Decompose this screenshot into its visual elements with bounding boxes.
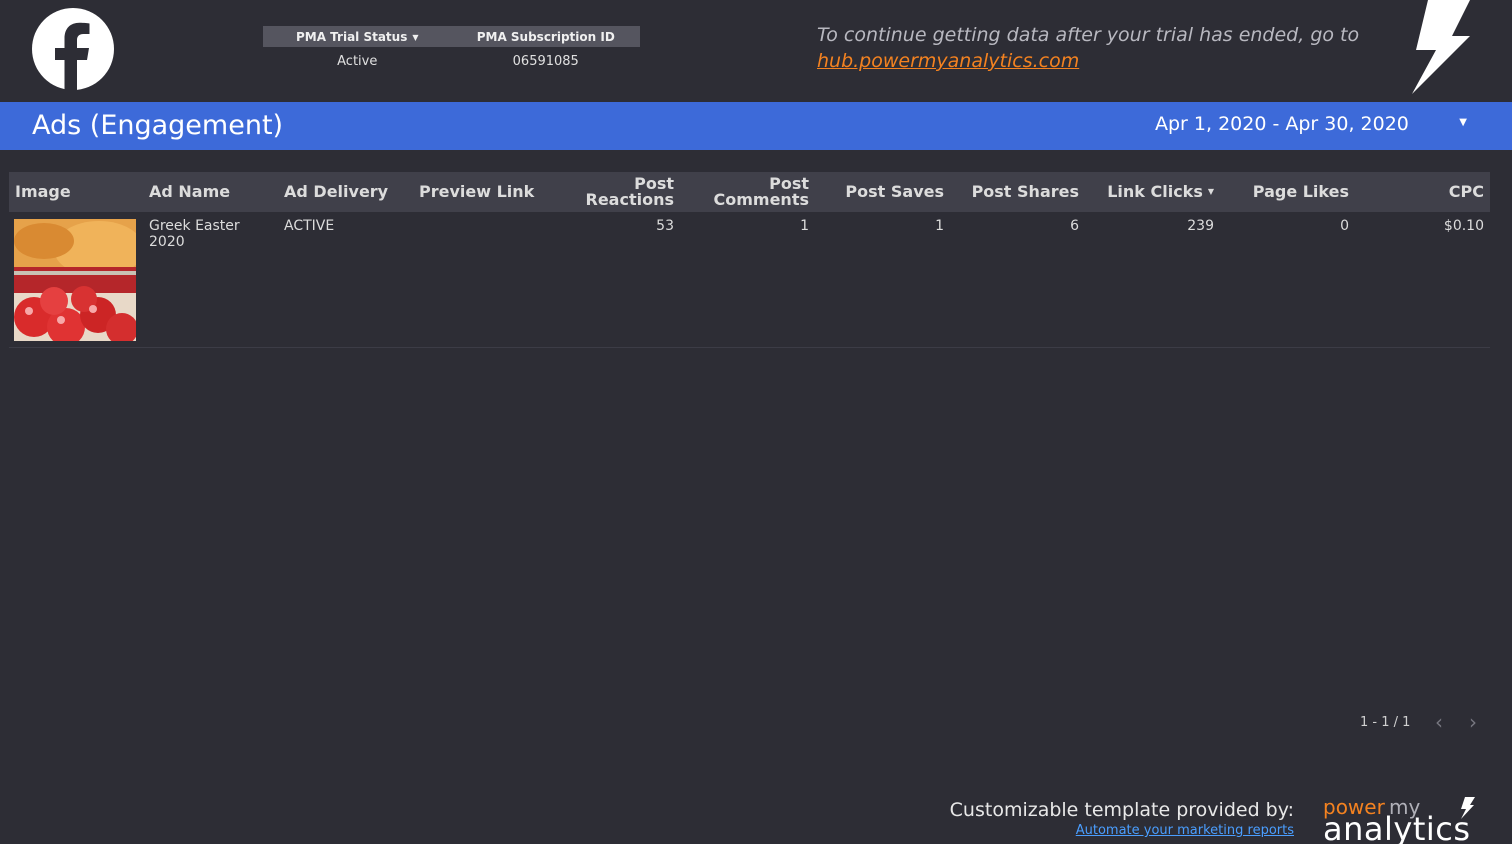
- ads-engagement-table: Image Ad Name Ad Delivery Preview Link P…: [9, 172, 1490, 348]
- cell-image: [9, 212, 143, 347]
- pma-table-header: PMA Trial Status ▼ PMA Subscription ID: [263, 26, 640, 47]
- column-header-ad-delivery[interactable]: Ad Delivery: [278, 184, 413, 200]
- column-header-post-comments[interactable]: Post Comments: [680, 176, 815, 208]
- column-header-page-likes[interactable]: Page Likes: [1220, 184, 1355, 200]
- column-header-preview-link[interactable]: Preview Link: [413, 184, 553, 200]
- footer-provided-by: Customizable template provided by:: [949, 799, 1294, 821]
- column-header-ad-name[interactable]: Ad Name: [143, 184, 278, 200]
- powermyanalytics-logo: power my analytics: [1323, 795, 1483, 844]
- lightning-bolt-icon: [1412, 0, 1470, 94]
- pagination-range: 1 - 1 / 1: [1360, 714, 1411, 730]
- cell-ad-name: Greek Easter 2020: [149, 218, 240, 250]
- facebook-logo-icon: [32, 8, 114, 90]
- chevron-right-icon[interactable]: ›: [1456, 710, 1490, 734]
- column-header-image[interactable]: Image: [9, 184, 143, 200]
- table-row: Greek Easter 2020 ACTIVE 53 1 1 6 239 0 …: [9, 212, 1490, 348]
- title-bar: Ads (Engagement) Apr 1, 2020 - Apr 30, 2…: [0, 102, 1512, 150]
- ad-image-thumbnail: [14, 219, 136, 341]
- sort-desc-caret-icon: ▼: [1207, 187, 1214, 197]
- footer-automate-link[interactable]: Automate your marketing reports: [940, 822, 1294, 840]
- trial-hub-link[interactable]: hub.powermyanalytics.com: [817, 50, 1079, 72]
- cell-preview-link[interactable]: [413, 212, 553, 347]
- column-header-post-comments-line2: Comments: [713, 190, 810, 209]
- pma-status-table: PMA Trial Status ▼ PMA Subscription ID Ac…: [263, 26, 640, 75]
- pma-trial-status-header[interactable]: PMA Trial Status ▼: [263, 30, 452, 44]
- trial-message-text: To continue getting data after your tria…: [817, 24, 1360, 46]
- cell-link-clicks: 239: [1187, 218, 1214, 234]
- column-header-link-clicks-label: Link Clicks: [1107, 181, 1203, 201]
- cell-post-comments: 1: [800, 218, 809, 234]
- caret-down-icon: ▼: [1459, 117, 1467, 128]
- cell-post-saves: 1: [935, 218, 944, 234]
- trial-message: To continue getting data after your tria…: [817, 22, 1377, 74]
- brand-bolt-icon: [1461, 797, 1475, 819]
- cell-post-reactions: 53: [656, 218, 674, 234]
- cell-post-shares: 6: [1070, 218, 1079, 234]
- chevron-left-icon[interactable]: ‹: [1422, 710, 1456, 734]
- column-header-link-clicks[interactable]: Link Clicks ▼: [1085, 181, 1220, 201]
- column-header-post-saves[interactable]: Post Saves: [815, 184, 950, 200]
- date-range-picker[interactable]: Apr 1, 2020 - Apr 30, 2020 ▼: [1155, 113, 1485, 141]
- footer-credit: Customizable template provided by: Autom…: [940, 798, 1294, 840]
- cell-page-likes: 0: [1340, 218, 1349, 234]
- pma-subscription-id-value: 06591085: [512, 53, 579, 69]
- pma-table-row: Active 06591085: [263, 47, 640, 75]
- table-pagination: 1 - 1 / 1 ‹ ›: [1360, 710, 1490, 734]
- brand-analytics-text: analytics: [1323, 810, 1471, 844]
- pma-subscription-id-header[interactable]: PMA Subscription ID: [452, 30, 641, 44]
- report-page: PMA Trial Status ▼ PMA Subscription ID Ac…: [0, 0, 1512, 844]
- cell-ad-delivery: ACTIVE: [284, 218, 335, 234]
- column-header-cpc[interactable]: CPC: [1355, 184, 1490, 200]
- column-header-post-reactions[interactable]: Post Reactions: [553, 176, 680, 208]
- cell-cpc: $0.10: [1443, 218, 1484, 234]
- page-title: Ads (Engagement): [32, 110, 284, 141]
- date-range-label: Apr 1, 2020 - Apr 30, 2020: [1155, 113, 1409, 135]
- column-header-post-shares[interactable]: Post Shares: [950, 184, 1085, 200]
- table-header: Image Ad Name Ad Delivery Preview Link P…: [9, 172, 1490, 212]
- caret-down-icon: ▼: [412, 32, 419, 42]
- pma-trial-status-value: Active: [337, 53, 378, 69]
